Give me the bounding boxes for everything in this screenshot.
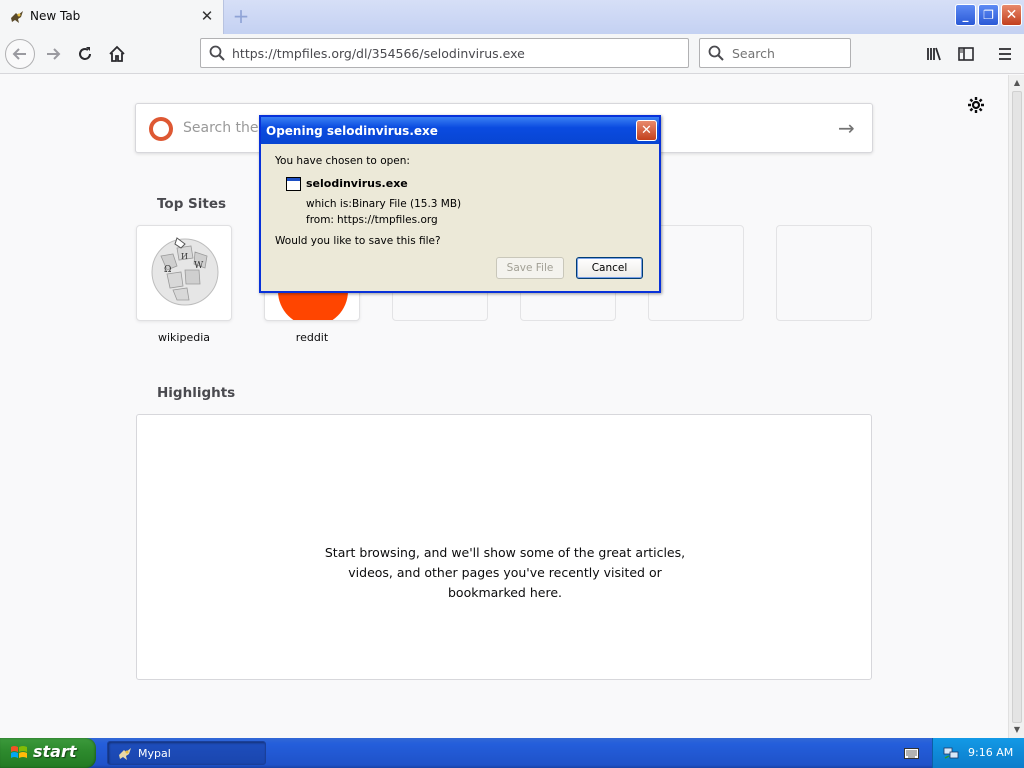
duckduckgo-icon (149, 117, 173, 141)
windows-flag-icon (11, 746, 27, 758)
save-file-button[interactable]: Save File (496, 257, 564, 279)
hamburger-menu-icon (999, 48, 1011, 60)
scroll-up-arrow-icon[interactable]: ▲ (1011, 77, 1023, 89)
file-type-label: which is: (306, 198, 352, 210)
forward-button[interactable] (38, 39, 68, 69)
url-text: https://tmpfiles.org/dl/354566/selodinvi… (232, 46, 525, 61)
start-button[interactable]: start (0, 738, 96, 768)
file-source-label: from: (306, 214, 334, 226)
start-label: start (33, 742, 77, 761)
back-button[interactable] (5, 39, 35, 69)
search-icon (209, 45, 225, 61)
search-placeholder: Search (732, 46, 775, 61)
highlights-message: Start browsing, and we'll show some of t… (324, 545, 686, 600)
search-icon (708, 45, 724, 61)
sidebar-button[interactable] (951, 39, 981, 69)
highlights-heading: Highlights (157, 385, 236, 401)
network-icon[interactable] (943, 745, 959, 761)
menu-button[interactable] (990, 39, 1020, 69)
highlights-empty-state: Start browsing, and we'll show some of t… (136, 414, 872, 680)
tab-close-icon[interactable]: ✕ (200, 8, 214, 24)
dialog-intro-text: You have chosen to open: (275, 155, 410, 167)
svg-text:И: И (181, 252, 188, 261)
top-site-label: reddit (295, 331, 329, 344)
file-source-value: https://tmpfiles.org (337, 214, 438, 226)
navigation-bar: https://tmpfiles.org/dl/354566/selodinvi… (0, 34, 1024, 74)
gear-icon[interactable] (966, 95, 986, 115)
taskbar: start Mypal 9:16 AM (0, 738, 1024, 768)
top-site-empty-slot (776, 225, 872, 321)
dialog-titlebar[interactable]: Opening selodinvirus.exe ✕ (261, 117, 659, 144)
top-site-empty-slot (648, 225, 744, 321)
tab-strip: New Tab ✕ + _ ❐ ✕ (0, 0, 1024, 34)
scrollbar-thumb[interactable] (1012, 91, 1022, 723)
wikipedia-globe-icon: Ω W И (151, 237, 219, 306)
settings-gear-icon (968, 97, 984, 113)
vertical-scrollbar[interactable]: ▲ ▼ (1008, 75, 1024, 738)
file-type-value: Binary File (15.3 MB) (352, 198, 462, 210)
window-controls: _ ❐ ✕ (955, 4, 1022, 26)
sidebar-icon (958, 47, 974, 61)
back-arrow-icon (12, 48, 26, 60)
forward-arrow-icon (47, 48, 61, 60)
dialog-question: Would you like to save this file? (275, 235, 441, 247)
svg-text:Ω: Ω (164, 265, 171, 275)
tab-new-tab[interactable]: New Tab ✕ (0, 0, 224, 34)
clock: 9:16 AM (968, 746, 1014, 759)
system-tray: 9:16 AM (932, 738, 1024, 768)
executable-file-icon (286, 177, 301, 191)
url-bar[interactable]: https://tmpfiles.org/dl/354566/selodinvi… (200, 38, 689, 68)
top-site-tile-wikipedia[interactable]: Ω W И (136, 225, 232, 321)
keyboard-icon[interactable] (904, 747, 919, 759)
taskbar-item-label: Mypal (138, 747, 171, 760)
svg-text:W: W (194, 261, 204, 271)
reload-button[interactable] (70, 39, 100, 69)
minimize-button[interactable]: _ (955, 4, 976, 26)
home-button[interactable] (102, 39, 132, 69)
home-icon (109, 45, 125, 62)
top-site-label: wikipedia (157, 331, 210, 344)
new-tab-button[interactable]: + (230, 5, 252, 27)
dialog-title: Opening selodinvirus.exe (266, 124, 438, 138)
taskbar-item-mypal[interactable]: Mypal (107, 741, 266, 765)
restore-button[interactable]: ❐ (978, 4, 999, 26)
top-sites-heading: Top Sites (157, 196, 227, 212)
mypal-icon (11, 11, 23, 23)
mypal-icon (119, 748, 131, 760)
library-icon (927, 47, 941, 61)
search-bar[interactable]: Search (699, 38, 851, 68)
library-button[interactable] (919, 39, 949, 69)
window-close-button[interactable]: ✕ (1001, 4, 1022, 26)
cancel-button[interactable]: Cancel (576, 257, 643, 279)
dialog-body: You have chosen to open: selodinvirus.ex… (261, 144, 659, 291)
reload-icon (79, 47, 91, 60)
dialog-close-button[interactable]: ✕ (636, 120, 657, 141)
search-go-arrow-icon[interactable]: → (838, 116, 855, 140)
download-dialog: Opening selodinvirus.exe ✕ You have chos… (259, 115, 661, 293)
tab-title: New Tab (30, 9, 81, 23)
scroll-down-arrow-icon[interactable]: ▼ (1011, 724, 1023, 736)
dialog-filename: selodinvirus.exe (306, 177, 408, 190)
